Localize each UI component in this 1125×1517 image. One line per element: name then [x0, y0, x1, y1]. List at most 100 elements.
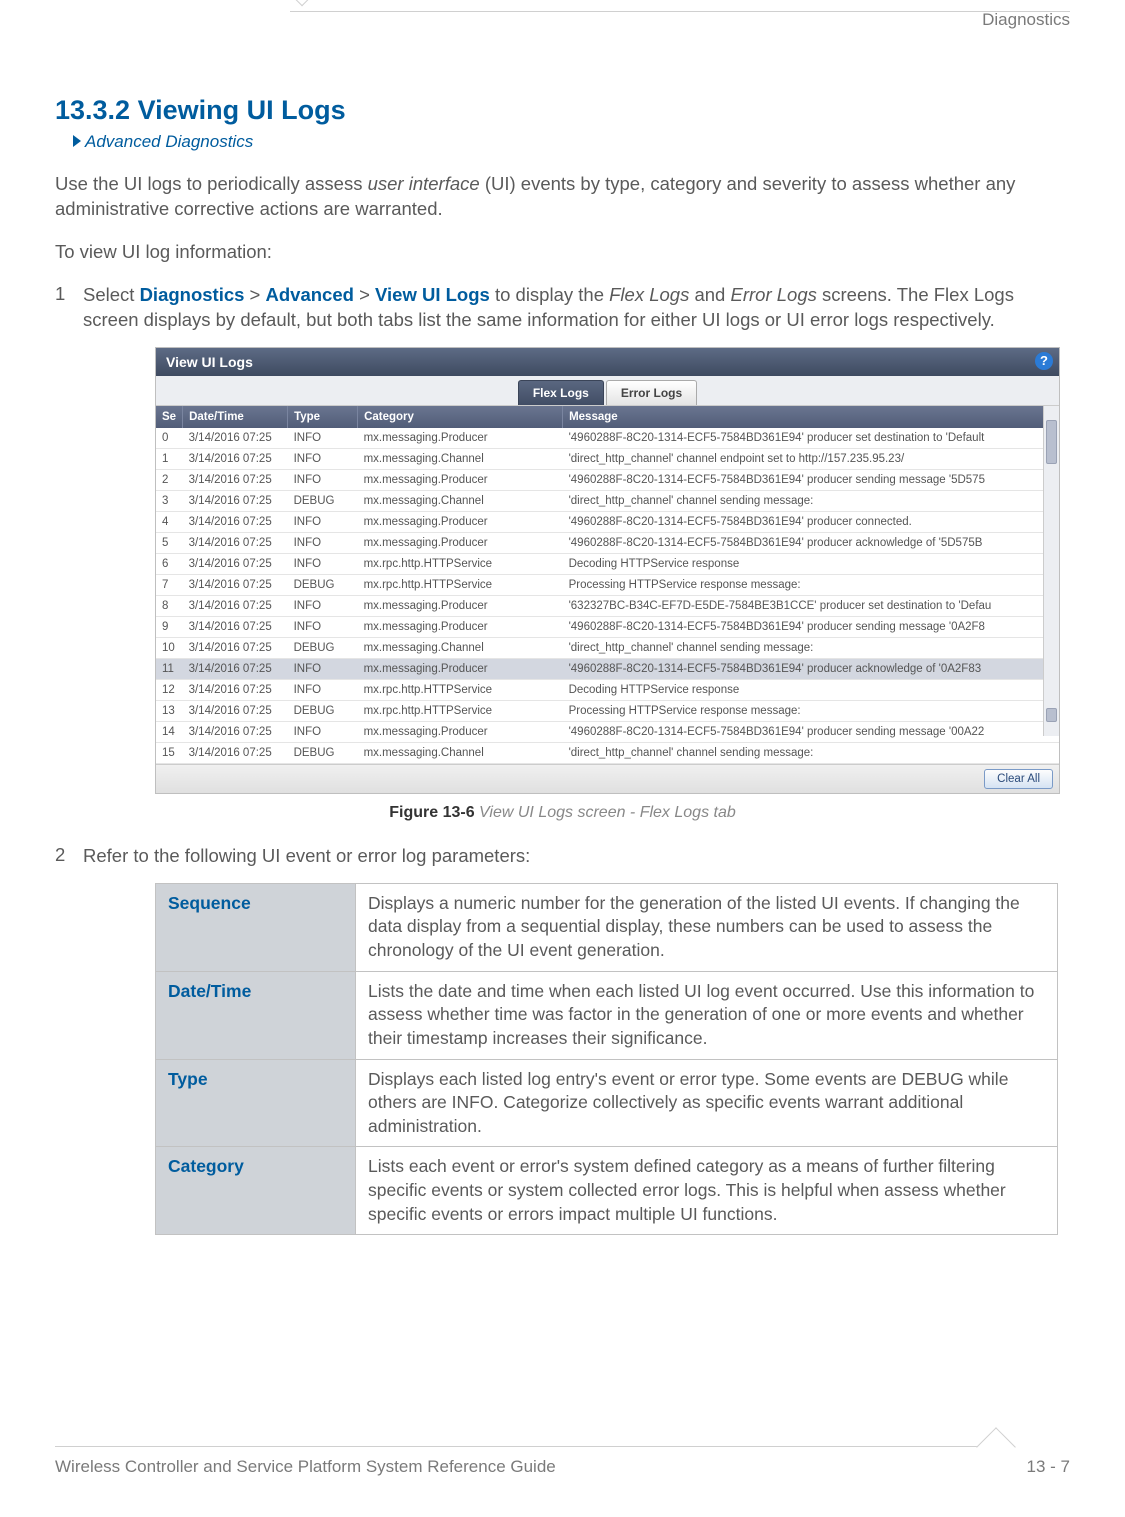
cell-se: 10 [156, 637, 183, 658]
cell-ty: INFO [288, 616, 358, 637]
table-row[interactable]: 93/14/2016 07:25INFOmx.messaging.Produce… [156, 616, 1059, 637]
cell-dt: 3/14/2016 07:25 [183, 511, 288, 532]
panel-footer: Clear All [156, 764, 1059, 793]
table-row[interactable]: 123/14/2016 07:25INFOmx.rpc.http.HTTPSer… [156, 679, 1059, 700]
cell-se: 3 [156, 490, 183, 511]
scrollbar-thumb-bottom[interactable] [1046, 708, 1057, 722]
vertical-scrollbar[interactable] [1043, 406, 1059, 736]
table-row[interactable]: 83/14/2016 07:25INFOmx.messaging.Produce… [156, 595, 1059, 616]
table-row[interactable]: 63/14/2016 07:25INFOmx.rpc.http.HTTPServ… [156, 553, 1059, 574]
tab-flex-logs[interactable]: Flex Logs [518, 380, 604, 405]
cell-cat: mx.messaging.Producer [358, 532, 563, 553]
cell-cat: mx.messaging.Channel [358, 637, 563, 658]
param-value: Displays each listed log entry's event o… [356, 1059, 1058, 1147]
cell-msg: '4960288F-8C20-1314-ECF5-7584BD361E94' p… [563, 469, 1059, 490]
cell-dt: 3/14/2016 07:25 [183, 595, 288, 616]
cell-se: 7 [156, 574, 183, 595]
cell-dt: 3/14/2016 07:25 [183, 679, 288, 700]
cell-dt: 3/14/2016 07:25 [183, 469, 288, 490]
cell-ty: INFO [288, 658, 358, 679]
cell-dt: 3/14/2016 07:25 [183, 700, 288, 721]
cell-dt: 3/14/2016 07:25 [183, 490, 288, 511]
help-icon[interactable]: ? [1035, 352, 1053, 370]
page-footer: Wireless Controller and Service Platform… [55, 1457, 1070, 1477]
cell-se: 14 [156, 721, 183, 742]
header-rule [290, 0, 1070, 22]
cell-ty: DEBUG [288, 742, 358, 763]
table-row[interactable]: 23/14/2016 07:25INFOmx.messaging.Produce… [156, 469, 1059, 490]
tab-bar: Flex Logs Error Logs [156, 376, 1059, 406]
cell-msg: '4960288F-8C20-1314-ECF5-7584BD361E94' p… [563, 428, 1059, 449]
cell-msg: '4960288F-8C20-1314-ECF5-7584BD361E94' p… [563, 532, 1059, 553]
table-row[interactable]: 03/14/2016 07:25INFOmx.messaging.Produce… [156, 428, 1059, 449]
cell-cat: mx.messaging.Producer [358, 721, 563, 742]
cell-ty: INFO [288, 679, 358, 700]
step-number: 1 [55, 283, 83, 333]
cell-ty: INFO [288, 721, 358, 742]
param-value: Displays a numeric number for the genera… [356, 883, 1058, 971]
param-key: Sequence [156, 883, 356, 971]
col-type[interactable]: Type [288, 406, 358, 428]
cell-se: 11 [156, 658, 183, 679]
param-key: Category [156, 1147, 356, 1235]
footer-page-number: 13 - 7 [1027, 1457, 1070, 1477]
log-table-wrap: Se Date/Time Type Category Message 03/14… [156, 406, 1059, 764]
cell-msg: Decoding HTTPService response [563, 679, 1059, 700]
cell-dt: 3/14/2016 07:25 [183, 532, 288, 553]
cell-cat: mx.messaging.Producer [358, 658, 563, 679]
breadcrumb[interactable]: Advanced Diagnostics [73, 132, 1070, 152]
scrollbar-thumb[interactable] [1046, 420, 1057, 464]
table-row[interactable]: 113/14/2016 07:25INFOmx.messaging.Produc… [156, 658, 1059, 679]
col-message[interactable]: Message [563, 406, 1059, 428]
table-row[interactable]: 33/14/2016 07:25DEBUGmx.messaging.Channe… [156, 490, 1059, 511]
param-value: Lists each event or error's system defin… [356, 1147, 1058, 1235]
cell-cat: mx.messaging.Producer [358, 595, 563, 616]
cell-msg: '4960288F-8C20-1314-ECF5-7584BD361E94' p… [563, 721, 1059, 742]
param-row: SequenceDisplays a numeric number for th… [156, 883, 1058, 971]
table-row[interactable]: 143/14/2016 07:25INFOmx.messaging.Produc… [156, 721, 1059, 742]
cell-ty: INFO [288, 532, 358, 553]
log-table: Se Date/Time Type Category Message 03/14… [156, 406, 1059, 764]
cell-se: 6 [156, 553, 183, 574]
panel-title: View UI Logs ? [156, 348, 1059, 376]
table-row[interactable]: 43/14/2016 07:25INFOmx.messaging.Produce… [156, 511, 1059, 532]
intro-paragraph: Use the UI logs to periodically assess u… [55, 172, 1070, 222]
tab-error-logs[interactable]: Error Logs [606, 380, 697, 405]
cell-cat: mx.rpc.http.HTTPService [358, 574, 563, 595]
footer-guide-title: Wireless Controller and Service Platform… [55, 1457, 556, 1477]
cell-cat: mx.messaging.Producer [358, 616, 563, 637]
cell-ty: DEBUG [288, 490, 358, 511]
step-2: 2 Refer to the following UI event or err… [55, 844, 1070, 869]
cell-ty: INFO [288, 511, 358, 532]
col-category[interactable]: Category [358, 406, 563, 428]
table-row[interactable]: 103/14/2016 07:25DEBUGmx.messaging.Chann… [156, 637, 1059, 658]
cell-dt: 3/14/2016 07:25 [183, 574, 288, 595]
table-header-row: Se Date/Time Type Category Message [156, 406, 1059, 428]
col-sequence[interactable]: Se [156, 406, 183, 428]
table-row[interactable]: 153/14/2016 07:25DEBUGmx.messaging.Chann… [156, 742, 1059, 763]
view-ui-logs-screenshot: View UI Logs ? Flex Logs Error Logs Se D… [155, 347, 1060, 794]
step-number: 2 [55, 844, 83, 869]
cell-dt: 3/14/2016 07:25 [183, 658, 288, 679]
cell-msg: Processing HTTPService response message: [563, 574, 1059, 595]
cell-ty: INFO [288, 595, 358, 616]
cell-dt: 3/14/2016 07:25 [183, 553, 288, 574]
cell-cat: mx.messaging.Channel [358, 490, 563, 511]
cell-se: 12 [156, 679, 183, 700]
col-datetime[interactable]: Date/Time [183, 406, 288, 428]
cell-dt: 3/14/2016 07:25 [183, 721, 288, 742]
step-1: 1 Select Diagnostics > Advanced > View U… [55, 283, 1070, 333]
table-row[interactable]: 53/14/2016 07:25INFOmx.messaging.Produce… [156, 532, 1059, 553]
cell-cat: mx.messaging.Channel [358, 448, 563, 469]
cell-ty: INFO [288, 448, 358, 469]
cell-cat: mx.messaging.Channel [358, 742, 563, 763]
step-text: Select Diagnostics > Advanced > View UI … [83, 283, 1070, 333]
table-row[interactable]: 133/14/2016 07:25DEBUGmx.rpc.http.HTTPSe… [156, 700, 1059, 721]
cell-cat: mx.rpc.http.HTTPService [358, 700, 563, 721]
param-key: Date/Time [156, 971, 356, 1059]
cell-msg: '4960288F-8C20-1314-ECF5-7584BD361E94' p… [563, 658, 1059, 679]
clear-all-button[interactable]: Clear All [984, 769, 1053, 789]
param-key: Type [156, 1059, 356, 1147]
table-row[interactable]: 13/14/2016 07:25INFOmx.messaging.Channel… [156, 448, 1059, 469]
table-row[interactable]: 73/14/2016 07:25DEBUGmx.rpc.http.HTTPSer… [156, 574, 1059, 595]
